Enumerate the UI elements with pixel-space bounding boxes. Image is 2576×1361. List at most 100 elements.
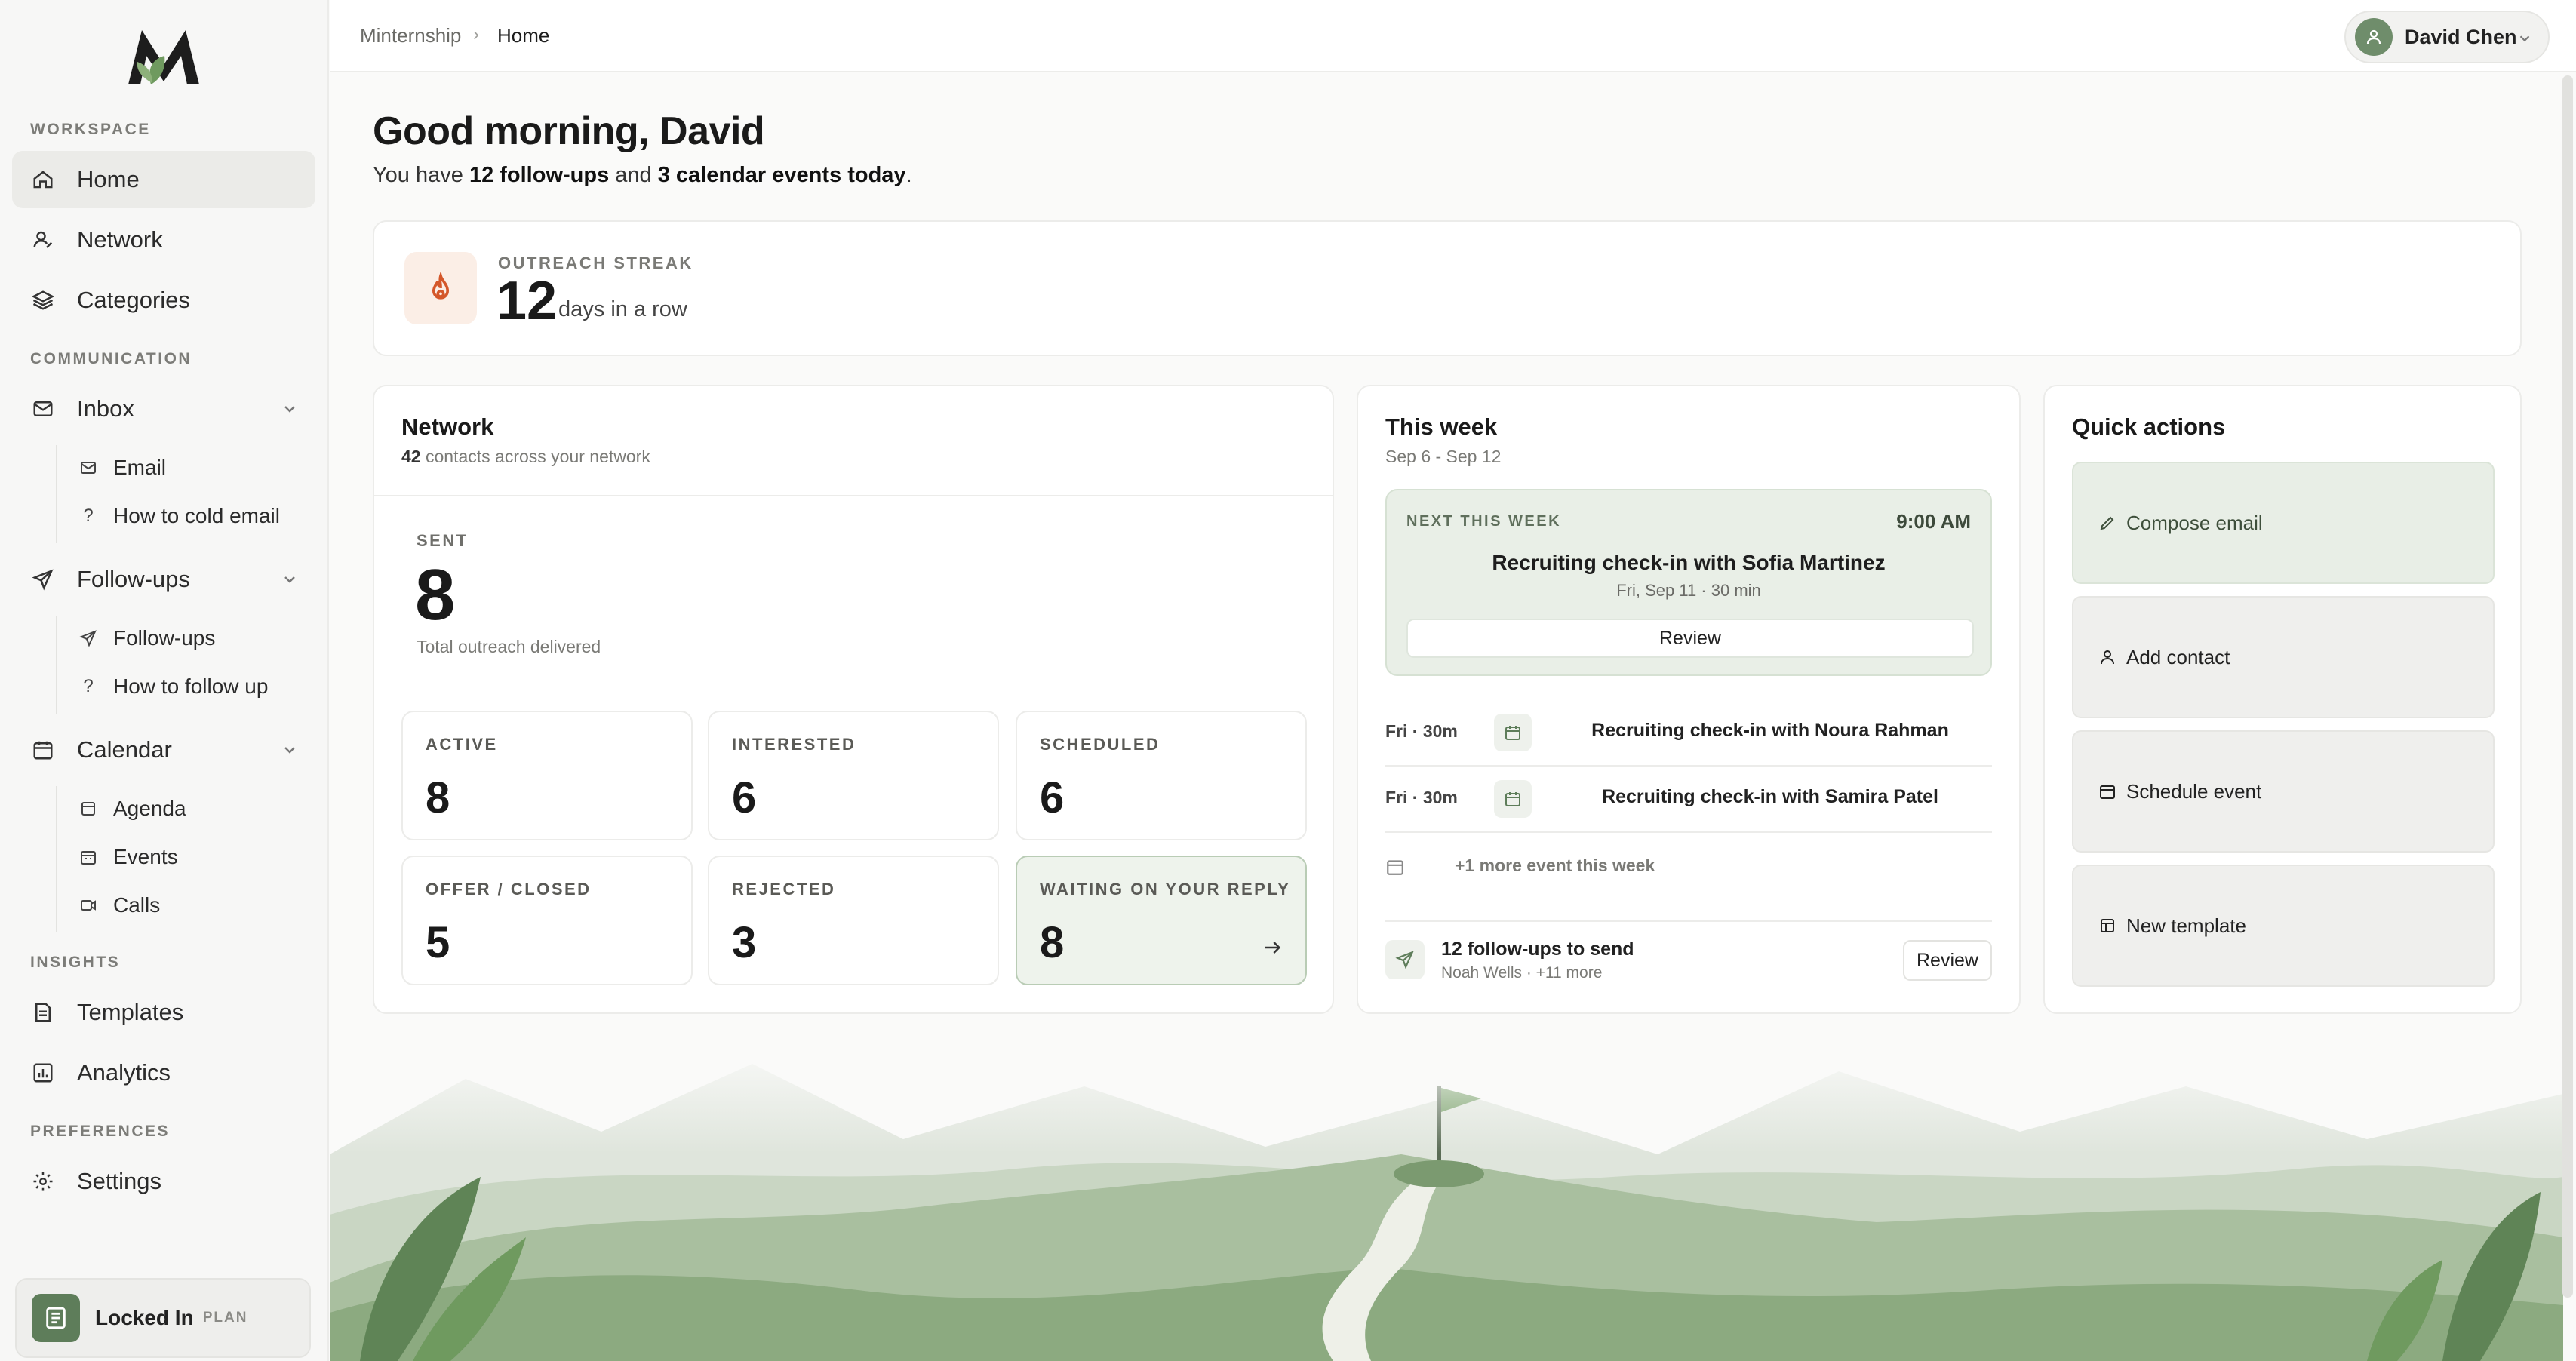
breadcrumb-root[interactable]: Minternship	[360, 24, 461, 48]
schedule-event-button[interactable]: Schedule event	[2072, 730, 2495, 853]
events-count: 3 calendar events today	[657, 163, 906, 187]
sidebar-item-label: Calendar	[77, 736, 172, 763]
chevron-down-icon[interactable]	[281, 400, 299, 418]
sidebar-item-followups[interactable]: Follow-ups	[12, 551, 315, 608]
sidebar-item-label: Follow-ups	[77, 566, 190, 592]
sidebar-item-followups-list[interactable]: Follow-ups	[78, 616, 312, 661]
scrollbar[interactable]	[2562, 75, 2573, 1298]
divider	[374, 495, 1333, 496]
calendar-submenu: Agenda Events Calls	[56, 786, 186, 932]
streak-unit: days in a row	[558, 297, 687, 321]
topbar: Minternship › Home David Chen	[330, 0, 2576, 72]
quick-actions-title: Quick actions	[2072, 413, 2226, 440]
new-template-button[interactable]: New template	[2072, 865, 2495, 987]
sidebar-item-calls[interactable]: Calls	[78, 883, 312, 928]
sidebar-item-templates[interactable]: Templates	[12, 984, 315, 1041]
sidebar-item-label: Inbox	[77, 395, 134, 422]
sidebar-item-email[interactable]: Email	[78, 445, 312, 490]
stat-label: WAITING ON YOUR REPLY	[1040, 880, 1291, 899]
sidebar-item-settings[interactable]: Settings	[12, 1153, 315, 1210]
layers-icon	[30, 287, 56, 313]
arrow-right-icon	[1265, 942, 1281, 954]
sidebar: WORKSPACE Home Network Categories COMMUN…	[0, 0, 329, 1361]
event-when: Fri · 30m	[1385, 721, 1458, 741]
sidebar-item-calendar[interactable]: Calendar	[12, 721, 315, 779]
sidebar-item-label: Analytics	[77, 1059, 171, 1086]
app-logo[interactable]	[121, 26, 207, 88]
event-title: Recruiting check-in with Noura Rahman	[1591, 720, 1949, 741]
sidebar-item-analytics[interactable]: Analytics	[12, 1044, 315, 1101]
action-label: Schedule event	[2126, 780, 2262, 803]
stat-interested[interactable]: INTERESTED 6	[708, 711, 999, 840]
sent-description: Total outreach delivered	[417, 637, 601, 656]
review-next-event-button[interactable]: Review	[1406, 619, 1974, 658]
send-icon	[30, 567, 56, 592]
sidebar-item-label: Calls	[113, 893, 161, 917]
sidebar-item-agenda[interactable]: Agenda	[78, 786, 312, 831]
followups-title: 12 follow-ups to send	[1441, 939, 1634, 960]
sidebar-item-categories[interactable]: Categories	[12, 272, 315, 329]
calendar-icon	[1494, 714, 1532, 751]
followups-count: 12 follow-ups	[469, 163, 610, 187]
stat-label: ACTIVE	[426, 735, 498, 754]
sidebar-item-inbox[interactable]: Inbox	[12, 380, 315, 438]
compose-email-button[interactable]: Compose email	[2072, 462, 2495, 584]
stat-value: 6	[732, 773, 757, 822]
event-row[interactable]: Fri · 30m Recruiting check-in with Samir…	[1385, 767, 1992, 833]
review-followups-button[interactable]: Review	[1903, 940, 1992, 981]
action-label: Compose email	[2126, 512, 2263, 534]
followups-summary: 12 follow-ups to send Noah Wells · +11 m…	[1385, 920, 1992, 991]
chart-icon	[30, 1060, 56, 1086]
stat-value: 6	[1040, 773, 1065, 822]
mail-icon	[30, 396, 56, 422]
plan-name: Locked In	[95, 1306, 194, 1329]
network-summary: 42 contacts across your network	[401, 447, 650, 466]
sidebar-item-home[interactable]: Home	[12, 151, 315, 208]
sent-value: 8	[415, 555, 456, 635]
stat-waiting-reply[interactable]: WAITING ON YOUR REPLY 8	[1016, 856, 1307, 985]
event-row[interactable]: Fri · 30m Recruiting check-in with Noura…	[1385, 700, 1992, 767]
video-icon	[78, 896, 98, 915]
chevron-down-icon[interactable]	[281, 570, 299, 588]
next-time: 9:00 AM	[1896, 510, 1971, 533]
next-event-card: NEXT THIS WEEK 9:00 AM Recruiting check-…	[1385, 489, 1992, 676]
action-label: Add contact	[2126, 646, 2230, 668]
stat-rejected[interactable]: REJECTED 3	[708, 856, 999, 985]
mail-icon	[78, 458, 98, 478]
question-icon: ?	[83, 505, 94, 526]
avatar	[2355, 18, 2393, 56]
next-label: NEXT THIS WEEK	[1406, 513, 1562, 530]
more-events-link[interactable]: +1 more event this week	[1385, 848, 1992, 886]
week-title: This week	[1385, 413, 1498, 440]
agenda-icon	[78, 799, 98, 819]
add-contact-button[interactable]: Add contact	[2072, 596, 2495, 718]
followups-submenu: Follow-ups ? How to follow up	[56, 616, 268, 714]
plan-card[interactable]: Locked In PLAN	[15, 1278, 311, 1358]
sidebar-item-network[interactable]: Network	[12, 211, 315, 269]
plan-icon	[32, 1294, 80, 1342]
sidebar-item-label: Follow-ups	[113, 626, 216, 650]
network-card: Network 42 contacts across your network …	[373, 385, 1334, 1014]
streak-card: OUTREACH STREAK 12 days in a row	[373, 220, 2522, 356]
section-workspace: WORKSPACE	[30, 121, 151, 138]
stat-active[interactable]: ACTIVE 8	[401, 711, 693, 840]
breadcrumb-separator-icon: ›	[473, 24, 479, 45]
more-events-text: +1 more event this week	[1455, 856, 1655, 875]
sidebar-item-how-cold-email[interactable]: ? How to cold email	[78, 493, 312, 539]
sidebar-item-events[interactable]: Events	[78, 834, 312, 880]
stat-value: 3	[732, 918, 757, 967]
quick-actions-card: Quick actions Compose email Add contact …	[2043, 385, 2522, 1014]
stat-scheduled[interactable]: SCHEDULED 6	[1016, 711, 1307, 840]
send-icon	[78, 628, 98, 648]
page-title: Good morning, David	[373, 109, 765, 153]
section-preferences: PREFERENCES	[30, 1123, 171, 1140]
user-menu-button[interactable]: David Chen	[2344, 11, 2550, 63]
plan-tag: PLAN	[202, 1310, 248, 1326]
chevron-down-icon[interactable]	[281, 741, 299, 759]
sidebar-item-how-follow-up[interactable]: ? How to follow up	[78, 664, 312, 709]
stat-value: 5	[426, 918, 450, 967]
stat-label: OFFER / CLOSED	[426, 880, 592, 899]
calendar-icon	[78, 847, 98, 867]
stat-label: INTERESTED	[732, 735, 856, 754]
stat-offer-closed[interactable]: OFFER / CLOSED 5	[401, 856, 693, 985]
